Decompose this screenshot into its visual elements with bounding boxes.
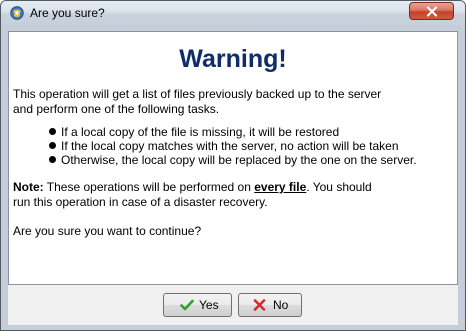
title-bar[interactable]: Are you sure? [1,1,465,25]
app-globe-icon [10,6,24,20]
warning-heading: Warning! [179,45,287,73]
dialog-window: Are you sure? Warning! This operation wi… [0,0,466,331]
note-line-2: run this operation in case of a disaster… [13,195,268,209]
button-bar: Yes No [8,285,458,325]
bullet-icon [49,142,56,149]
note-text: These operations will be performed on [43,180,255,194]
list-item-text: If the local copy matches with the serve… [61,139,399,153]
bullet-icon [49,156,56,163]
note-label: Note: [13,180,44,194]
message-panel: Warning! This operation will get a list … [8,31,458,285]
window-title: Are you sure? [30,6,105,20]
intro-paragraph: This operation will get a list of files … [13,87,381,117]
list-item-text: Otherwise, the local copy will be replac… [61,153,417,167]
no-button-label: No [273,298,289,312]
intro-line: and perform one of the following tasks. [13,102,220,116]
note-paragraph: Note: These operations will be performed… [13,180,372,210]
task-list: If a local copy of the file is missing, … [49,125,417,167]
close-button[interactable] [409,2,454,20]
intro-line: This operation will get a list of files … [13,87,382,101]
note-text-end: . You should [306,180,372,194]
list-item-text: If a local copy of the file is missing, … [61,125,340,139]
yes-button-label: Yes [199,298,219,312]
list-item: If the local copy matches with the serve… [49,139,417,153]
note-emphasis: every file [254,180,307,194]
checkmark-icon [180,299,194,311]
list-item: If a local copy of the file is missing, … [49,125,417,139]
close-x-icon [426,6,438,17]
yes-button[interactable]: Yes [163,293,232,317]
note-line: Note: These operations will be performed… [13,180,372,195]
cross-icon [253,299,266,311]
confirm-question: Are you sure you want to continue? [13,224,202,238]
list-item: Otherwise, the local copy will be replac… [49,153,417,167]
no-button[interactable]: No [238,293,302,317]
bullet-icon [49,128,56,135]
